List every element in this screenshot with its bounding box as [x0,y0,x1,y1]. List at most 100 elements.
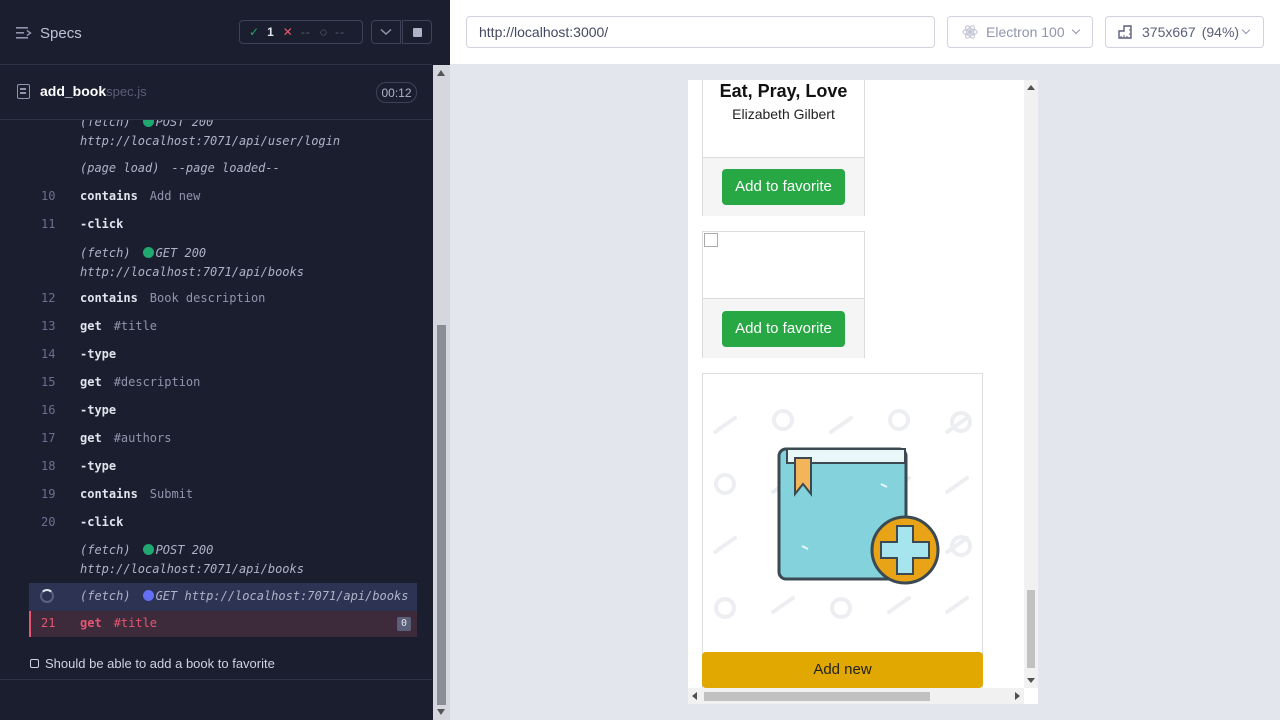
browser-name: Electron 100 [986,24,1065,40]
test-title[interactable]: Should be able to add a book to favorite [30,656,275,671]
add-to-favorite-button[interactable]: Add to favorite [722,311,845,347]
add-new-button[interactable]: Add new [702,652,983,688]
scroll-up-icon[interactable] [437,70,445,76]
duration-badge: 00:12 [376,82,417,103]
failed-command-row[interactable]: 21 get #title 0 [29,611,417,637]
command-log-scrollbar[interactable] [433,65,450,720]
scroll-right-icon[interactable] [1015,692,1020,700]
fetch-event: (fetch) GET 200 http://localhost:7071/api… [80,246,304,279]
command-arg: #authors [113,431,172,445]
pending-command-row[interactable]: (fetch) GET http://localhost:7071/api/boo… [29,583,417,611]
command-row[interactable]: 14 -type [0,344,417,372]
test-title-text: Should be able to add a book to favorite [45,656,275,671]
chevron-down-button[interactable] [371,20,401,44]
browser-selector[interactable]: Electron 100 [947,16,1093,48]
scrollbar-thumb[interactable] [437,325,446,705]
viewport-scale: (94%) [1201,24,1240,40]
command-row[interactable]: 20 -click [0,512,417,540]
command-row[interactable]: 19 contains Submit [0,484,417,512]
command-name: -type [80,459,117,473]
command-row[interactable]: 17 get #authors [0,428,417,456]
event-type: (fetch) [80,246,131,260]
command-row[interactable]: 11 -click [0,214,417,242]
event-method: POST 200 [155,120,214,129]
command-row[interactable]: 12 contains Book description [0,288,417,316]
event-method: GET 200 [155,246,207,260]
fetch-event: (fetch) POST 200 http://localhost:7071/ap… [80,120,340,148]
chevron-down-icon [380,28,392,36]
event-type: (fetch) [80,120,131,129]
line-number: 14 [41,347,56,361]
event-url: http://localhost:7071/api/user/login [80,134,341,148]
url-bar[interactable]: http://localhost:3000/ [466,16,935,48]
spec-name: add_bookspec.js [40,83,147,99]
command-method: contains [80,291,138,305]
command-method: get [80,616,102,630]
event-url: http://localhost:7071/api/books [80,562,304,576]
command-row[interactable]: 16 -type [0,400,417,428]
command-arg: #title [113,319,158,333]
add-to-favorite-button[interactable]: Add to favorite [722,169,845,205]
viewport-selector[interactable]: 375x667 (94%) [1105,16,1264,48]
stop-icon [412,27,422,37]
element-count-badge: 0 [397,617,411,631]
scroll-down-icon[interactable] [1027,678,1035,683]
command-row[interactable]: 10 contains Add new [0,186,417,214]
scroll-up-icon[interactable] [1027,85,1035,90]
command-name: get #description [80,375,200,389]
chevron-down-icon [1241,25,1251,35]
command-row[interactable]: (fetch) POST 200 http://localhost:7071/ap… [0,120,417,164]
app-horizontal-scrollbar[interactable] [688,688,1024,704]
book-author: Elizabeth Gilbert [732,106,835,122]
line-number: 10 [41,189,56,203]
page-load-event: (page load) --page loaded-- [80,161,280,175]
scrollbar-thumb[interactable] [1027,590,1035,668]
spinner-icon: ◌ [319,25,327,39]
event-type: (page load) [80,161,160,175]
chevron-down-icon [1071,25,1080,35]
specs-label: Specs [40,24,82,42]
command-name: get #title [80,616,157,630]
divider [0,679,432,680]
test-status-icon [30,659,39,668]
command-arg: Add new [149,189,201,203]
line-number: 16 [41,403,56,417]
command-row[interactable]: (page load) --page loaded-- [0,160,417,184]
failed-count: -- [300,25,311,39]
command-row[interactable]: (fetch) GET 200 http://localhost:7071/api… [0,242,417,286]
viewport-size: 375x667 [1142,24,1196,40]
app-vertical-scrollbar[interactable] [1024,80,1038,688]
line-number: 18 [41,459,56,473]
app-preview-panel: http://localhost:3000/ Electron 100 375x… [450,0,1280,720]
command-row[interactable]: 13 get #title [0,316,417,344]
scroll-left-icon[interactable] [692,692,697,700]
ruler-icon [1118,25,1132,39]
fetch-event: (fetch) GET http://localhost:7071/api/boo… [80,589,408,603]
line-number: 21 [41,616,56,630]
command-method: get [80,431,102,445]
command-log-panel: Specs ✓ 1 ✕ -- ◌ -- add_bookspec.js 00:1… [0,0,450,720]
line-number: 13 [41,319,56,333]
line-number: 12 [41,291,56,305]
app-iframe: Eat, Pray, Love Elizabeth Gilbert Add to… [688,80,1038,704]
status-dot [142,120,154,127]
scrollbar-thumb[interactable] [704,692,930,701]
line-number: 15 [41,375,56,389]
specs-button[interactable]: Specs [16,22,82,44]
spec-header: add_bookspec.js 00:12 [0,66,432,120]
line-number: 19 [41,487,56,501]
spec-file-name: add_book [40,83,107,99]
command-row[interactable]: (fetch) POST 200 http://localhost:7071/ap… [0,540,417,584]
event-url: GET http://localhost:7071/api/books [155,589,409,603]
electron-icon [962,25,978,39]
command-name: contains Submit [80,487,193,501]
scroll-down-icon[interactable] [437,709,445,715]
command-name: -click [80,217,124,231]
fetch-event: (fetch) POST 200 http://localhost:7071/ap… [80,543,304,576]
command-method: get [80,375,102,389]
command-row[interactable]: 15 get #description [0,372,417,400]
stop-button[interactable] [402,20,432,44]
status-dot [142,544,154,555]
command-row[interactable]: 18 -type [0,456,417,484]
command-method: contains [80,189,138,203]
